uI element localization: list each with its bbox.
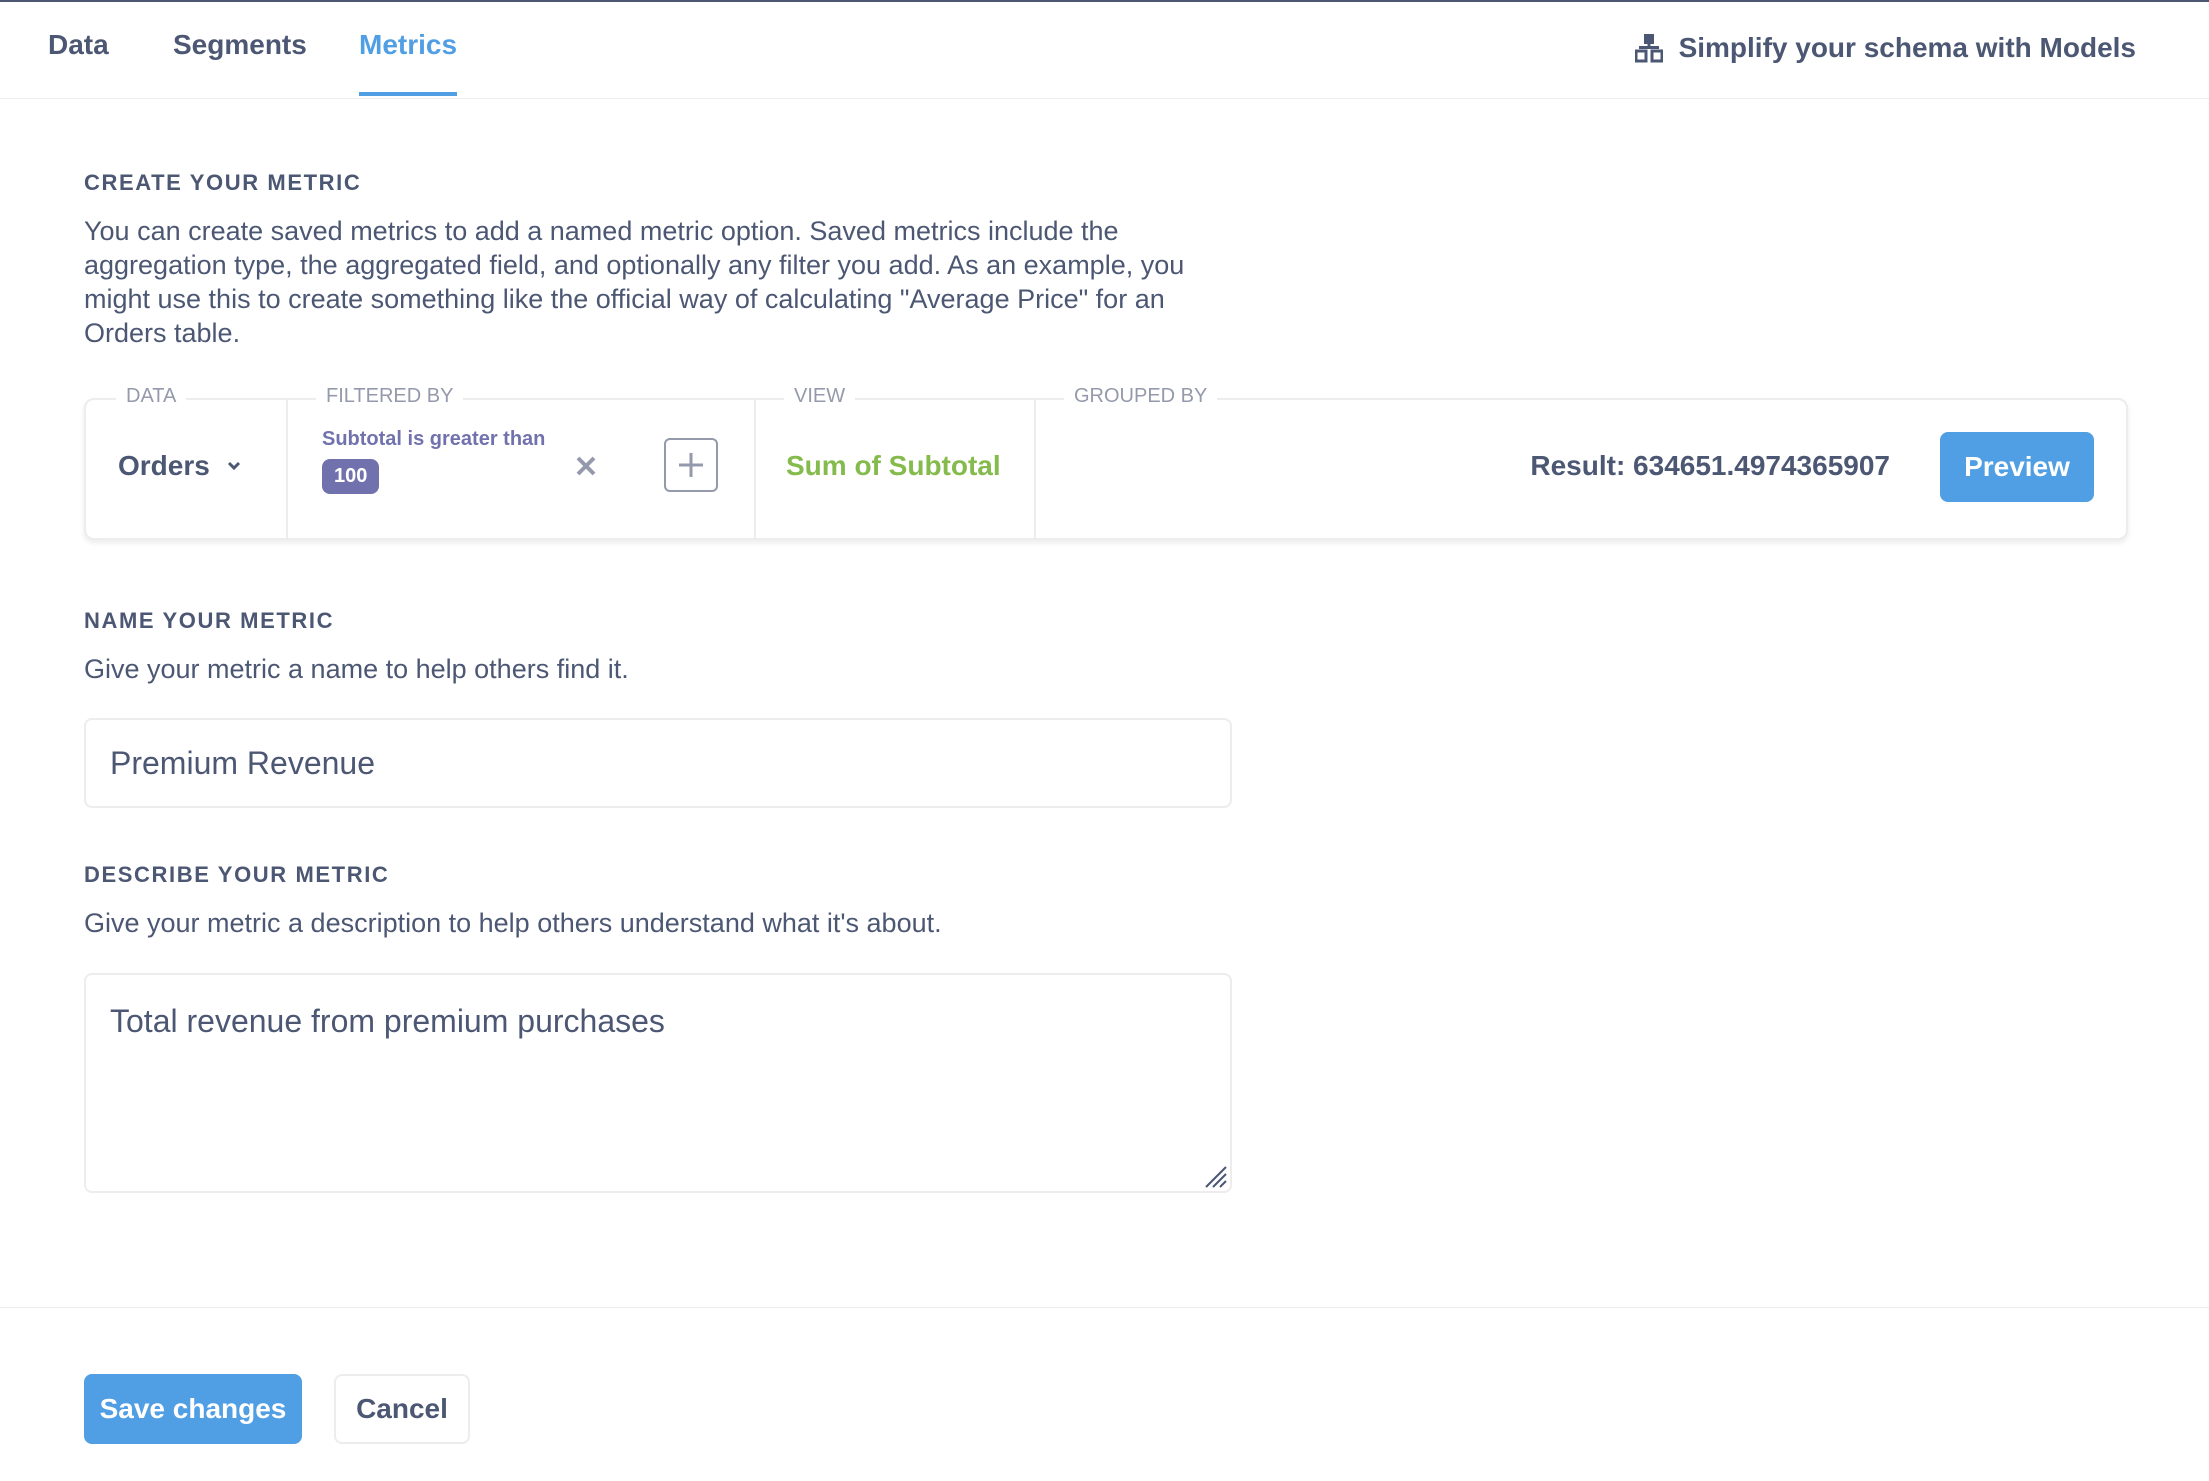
metric-name-value: Premium Revenue	[110, 744, 375, 781]
metric-name-input[interactable]: Premium Revenue	[84, 718, 1232, 808]
save-changes-button[interactable]: Save changes	[84, 1374, 302, 1444]
data-source-label: Orders	[118, 450, 210, 481]
step-label-grouped-by: GROUPED BY	[1064, 385, 1218, 408]
name-metric-title: NAME YOUR METRIC	[84, 608, 335, 633]
name-metric-description: Give your metric a name to help others f…	[84, 654, 629, 684]
description-line: aggregation type, the aggregated field, …	[84, 250, 1185, 280]
describe-metric-description: Give your metric a description to help o…	[84, 908, 942, 938]
create-metric-description: You can create saved metrics to add a na…	[84, 214, 1184, 350]
filter-pill[interactable]: Subtotal is greater than 100	[322, 428, 545, 494]
aggregation-view[interactable]: Sum of Subtotal	[786, 450, 1001, 482]
metric-description-textarea[interactable]: Total revenue from premium purchases	[84, 973, 1232, 1193]
step-label-filtered-by: FILTERED BY	[316, 385, 464, 408]
step-label-view: VIEW	[784, 385, 856, 408]
step-divider	[1034, 400, 1036, 538]
description-line: Orders table.	[84, 318, 241, 348]
footer-actions: Save changes Cancel	[0, 1307, 2209, 1481]
models-link-label: Simplify your schema with Models	[1678, 32, 2136, 63]
tab-segments[interactable]: Segments	[173, 2, 307, 96]
add-filter-button[interactable]	[664, 438, 718, 492]
step-label-data: DATA	[116, 385, 187, 408]
step-divider	[754, 400, 756, 538]
data-source-select[interactable]: Orders	[118, 450, 242, 482]
create-metric-title: CREATE YOUR METRIC	[84, 170, 362, 195]
metric-description-value: Total revenue from premium purchases	[110, 1003, 665, 1039]
resize-handle-icon[interactable]	[1200, 1161, 1228, 1189]
close-icon[interactable]	[570, 450, 602, 482]
chevron-down-icon	[227, 461, 240, 471]
models-link[interactable]: Simplify your schema with Models	[1634, 28, 2136, 68]
filter-label: Subtotal is greater than	[322, 428, 546, 450]
describe-metric-title: DESCRIBE YOUR METRIC	[84, 862, 390, 887]
cancel-button[interactable]: Cancel	[334, 1374, 470, 1444]
header-tabs: Data Segments Metrics Simplify your sche…	[0, 2, 2209, 99]
filter-value-badge: 100	[322, 459, 380, 494]
query-result: Result: 634651.4974365907	[1530, 450, 1890, 481]
query-builder: Orders Subtotal is greater than 100 Sum …	[84, 398, 2128, 540]
tab-metrics[interactable]: Metrics	[359, 2, 458, 96]
description-line: You can create saved metrics to add a na…	[84, 216, 1119, 246]
description-line: might use this to create something like …	[84, 284, 1165, 314]
plus-icon	[679, 453, 703, 477]
model-icon	[1634, 34, 1663, 63]
preview-button[interactable]: Preview	[1940, 432, 2094, 502]
tab-data[interactable]: Data	[48, 2, 109, 96]
step-divider	[286, 400, 288, 538]
